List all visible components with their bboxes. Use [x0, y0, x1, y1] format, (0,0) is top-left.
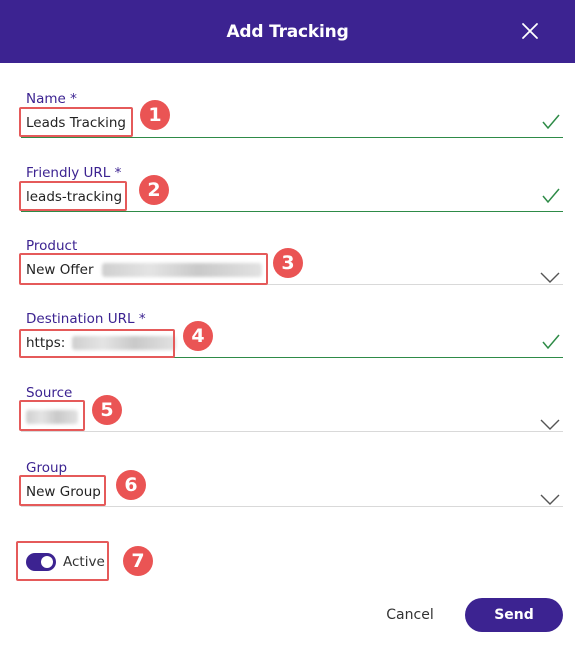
annotation-number-1: 1: [140, 100, 170, 130]
annotation-box-name: [19, 107, 133, 137]
close-icon[interactable]: [519, 20, 541, 42]
annotation-number-7: 7: [123, 546, 153, 576]
check-icon: [542, 114, 560, 130]
friendly-url-underline: [21, 211, 563, 212]
annotation-number-6: 6: [116, 470, 146, 500]
annotation-number-2: 2: [139, 175, 169, 205]
annotation-box-active: [16, 541, 109, 581]
destination-url-label: Destination URL *: [26, 311, 146, 327]
group-label: Group: [26, 460, 68, 476]
group-underline: [21, 506, 563, 507]
cancel-button[interactable]: Cancel: [375, 600, 445, 630]
annotation-box-source: [19, 400, 85, 431]
annotation-number-3: 3: [273, 248, 303, 278]
annotation-box-product: [19, 253, 268, 285]
annotation-box-group: [19, 475, 106, 506]
annotation-number-4: 4: [183, 321, 213, 351]
dialog-header: Add Tracking: [0, 0, 575, 63]
annotation-number-5: 5: [92, 395, 122, 425]
dialog-title: Add Tracking: [226, 21, 349, 42]
product-label: Product: [26, 238, 78, 254]
name-label: Name *: [26, 91, 77, 107]
send-button[interactable]: Send: [465, 598, 563, 632]
chevron-down-icon[interactable]: [540, 269, 560, 283]
chevron-down-icon[interactable]: [540, 416, 560, 430]
annotation-box-friendly-url: [19, 181, 127, 211]
annotation-box-destination-url: [19, 329, 175, 358]
chevron-down-icon[interactable]: [540, 491, 560, 505]
check-icon: [542, 334, 560, 350]
source-underline: [21, 431, 563, 432]
source-label: Source: [26, 385, 73, 401]
friendly-url-label: Friendly URL *: [26, 165, 122, 181]
name-underline: [21, 137, 563, 138]
check-icon: [542, 188, 560, 204]
